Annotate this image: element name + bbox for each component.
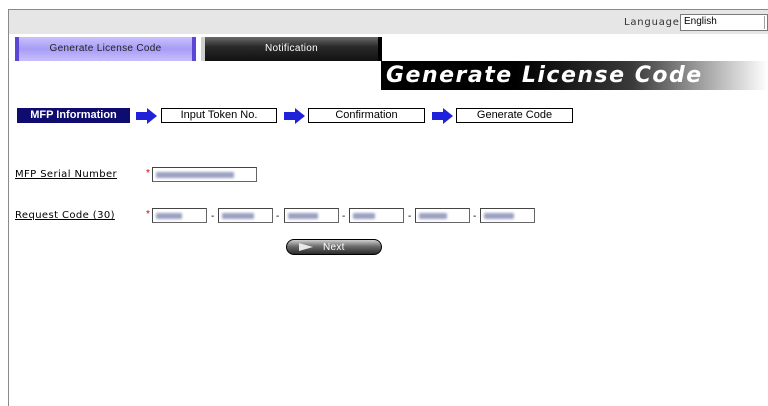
step-mfp-information: MFP Information: [17, 108, 130, 123]
page-title: Generate License Code: [386, 63, 703, 88]
page-banner: Generate License Code: [381, 61, 768, 90]
request-code-separator: -: [276, 211, 280, 222]
language-dropdown-arrow[interactable]: [764, 16, 768, 29]
request-code-separator: -: [473, 211, 477, 222]
request-code-required-mark: *: [146, 209, 150, 220]
step-confirmation: Confirmation: [308, 108, 425, 123]
tab-notification[interactable]: Notification: [201, 37, 382, 61]
request-code-input-2[interactable]: [218, 208, 273, 223]
redacted-value: [484, 213, 514, 219]
request-code-input-5[interactable]: [415, 208, 470, 223]
request-code-separator: -: [408, 211, 412, 222]
language-select[interactable]: English: [680, 14, 768, 31]
next-button[interactable]: Next: [286, 239, 382, 255]
redacted-value: [353, 213, 375, 219]
redacted-value: [222, 213, 254, 219]
request-code-separator: -: [342, 211, 346, 222]
step-input-token: Input Token No.: [161, 108, 277, 123]
play-icon: [299, 243, 313, 251]
request-code-input-6[interactable]: [480, 208, 535, 223]
step-arrow-icon: [432, 108, 453, 124]
request-code-input-1[interactable]: [152, 208, 207, 223]
redacted-value: [156, 213, 182, 219]
step-generate-code: Generate Code: [456, 108, 573, 123]
serial-number-label: MFP Serial Number: [15, 169, 118, 180]
redacted-value: [419, 213, 447, 219]
redacted-value: [156, 172, 234, 178]
request-code-label: Request Code (30): [15, 210, 115, 221]
redacted-value: [288, 213, 318, 219]
next-button-label: Next: [323, 242, 345, 253]
tab-generate-license-code[interactable]: Generate License Code: [15, 37, 196, 61]
step-arrow-icon: [284, 108, 305, 124]
request-code-separator: -: [211, 211, 215, 222]
serial-number-input[interactable]: [152, 167, 257, 182]
request-code-input-3[interactable]: [284, 208, 339, 223]
language-label: Language: [624, 17, 680, 28]
serial-required-mark: *: [146, 168, 150, 179]
step-arrow-icon: [136, 108, 157, 124]
language-value: English: [684, 16, 717, 27]
request-code-input-4[interactable]: [349, 208, 404, 223]
